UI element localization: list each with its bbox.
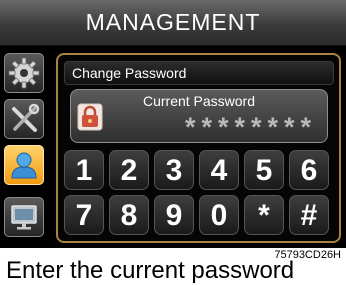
panel-title: Change Password [64,61,334,85]
password-mask: ******** [184,112,317,142]
tools-icon [12,103,40,132]
key-5[interactable]: 5 [244,150,284,190]
key-1[interactable]: 1 [64,150,104,190]
key-hash[interactable]: # [289,195,329,235]
current-password-field[interactable]: Current Password ******** [70,89,328,143]
display-screen: MANAGEMENT Change Password Current Passw… [0,0,346,248]
sidebar-settings-button[interactable] [4,53,44,93]
sidebar-user-button[interactable] [4,145,44,185]
key-7[interactable]: 7 [64,195,104,235]
current-password-label: Current Password [142,93,256,109]
key-asterisk[interactable]: * [244,195,284,235]
key-2[interactable]: 2 [109,150,149,190]
key-3[interactable]: 3 [154,150,194,190]
change-password-panel: Change Password Current Password *******… [56,53,341,243]
screen-title: MANAGEMENT [0,0,346,46]
user-icon [11,152,37,179]
key-0[interactable]: 0 [199,195,239,235]
key-4[interactable]: 4 [199,150,239,190]
gear-icon [8,57,40,89]
key-6[interactable]: 6 [289,150,329,190]
key-9[interactable]: 9 [154,195,194,235]
caption-text: Enter the current password [6,257,295,284]
key-8[interactable]: 8 [109,195,149,235]
sidebar-display-button[interactable] [4,197,44,237]
sidebar-tools-button[interactable] [4,99,44,139]
monitor-icon [11,205,37,230]
